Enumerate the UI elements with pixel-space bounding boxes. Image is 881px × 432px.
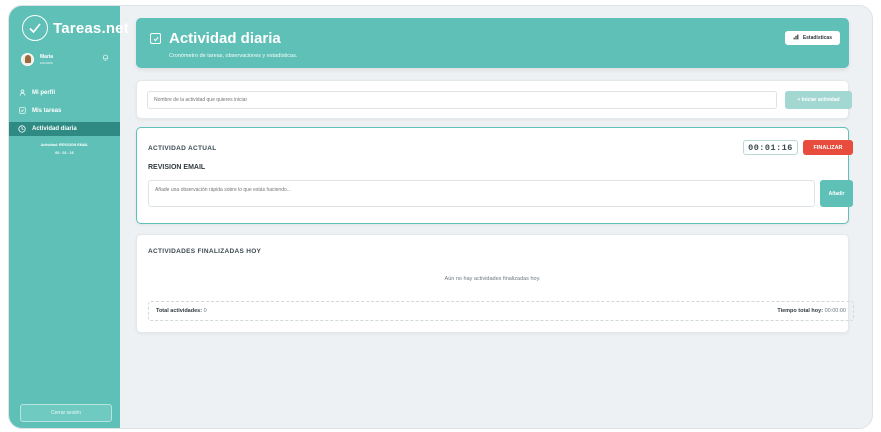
sidebar-item-label: Mi perfil bbox=[32, 89, 56, 96]
user-icon bbox=[18, 89, 26, 97]
main-content: Actividad diaria Cronómetro de tareas, o… bbox=[120, 6, 872, 428]
live-activity-name: Actividad: REVISION EMAIL bbox=[40, 143, 89, 147]
checkbox-icon bbox=[150, 33, 161, 44]
section-title: ACTIVIDADES FINALIZADAS HOY bbox=[148, 248, 262, 255]
current-activity-name: REVISION EMAIL bbox=[148, 164, 206, 171]
app-window: Tareas.net Maria usuario Mi perfil Mis t… bbox=[8, 5, 873, 429]
checkbox-icon bbox=[18, 107, 26, 115]
empty-state-message: Aún no hay actividades finalizadas hoy. bbox=[444, 276, 541, 282]
sidebar-item-label: Mis tareas bbox=[32, 107, 62, 114]
current-activity-card: ACTIVIDAD ACTUAL REVISION EMAIL 00:01:16… bbox=[136, 127, 853, 224]
activity-timer: 00:01:16 bbox=[743, 140, 798, 155]
total-time-label: Tiempo total hoy: bbox=[777, 308, 824, 314]
brand[interactable]: Tareas.net bbox=[22, 15, 129, 41]
total-activities: Total actividades: 0 bbox=[156, 308, 207, 314]
sidebar-live-activity: Actividad: REVISION EMAIL 00 : 01 : 16 bbox=[9, 141, 120, 157]
stats-button[interactable]: Estadísticas bbox=[784, 31, 840, 45]
bar-chart-icon bbox=[793, 34, 799, 42]
clock-icon bbox=[18, 125, 26, 133]
observation-input[interactable] bbox=[148, 180, 815, 207]
totals-bar: Total actividades: 0 Tiempo total hoy: 0… bbox=[148, 301, 854, 321]
page-subtitle: Cronómetro de tareas, observaciones y es… bbox=[169, 53, 298, 59]
total-activities-label: Total actividades: bbox=[156, 308, 203, 314]
sidebar: Tareas.net Maria usuario Mi perfil Mis t… bbox=[9, 6, 129, 428]
total-activities-value: 0 bbox=[203, 308, 207, 314]
check-clock-logo-icon bbox=[22, 15, 48, 41]
add-observation-button[interactable]: Añadir bbox=[820, 180, 853, 207]
user-profile[interactable]: Maria usuario bbox=[21, 53, 109, 66]
page-header: Actividad diaria Cronómetro de tareas, o… bbox=[136, 18, 849, 68]
start-activity-button[interactable]: + Iniciar actividad bbox=[785, 91, 852, 109]
section-title: ACTIVIDAD ACTUAL bbox=[148, 145, 217, 152]
avatar bbox=[21, 53, 34, 66]
user-role: usuario bbox=[40, 59, 54, 65]
activity-name-input[interactable] bbox=[147, 91, 777, 109]
sidebar-nav: Mi perfil Mis tareas Actividad diaria bbox=[9, 87, 120, 143]
page-title: Actividad diaria bbox=[169, 30, 281, 47]
logout-button[interactable]: Cerrar sesión bbox=[20, 404, 112, 422]
stats-button-label: Estadísticas bbox=[802, 35, 832, 41]
sidebar-item-actividad-diaria[interactable]: Actividad diaria bbox=[9, 122, 120, 136]
brand-name: Tareas.net bbox=[53, 19, 129, 37]
sidebar-item-mis-tareas[interactable]: Mis tareas bbox=[9, 105, 120, 116]
finish-button[interactable]: FINALIZAR bbox=[803, 140, 853, 155]
bell-icon[interactable] bbox=[102, 54, 109, 63]
total-time: Tiempo total hoy: 00:00:00 bbox=[777, 308, 846, 314]
start-activity-card: + Iniciar actividad bbox=[136, 80, 852, 119]
sidebar-item-mi-perfil[interactable]: Mi perfil bbox=[9, 87, 120, 98]
finished-activities-card: ACTIVIDADES FINALIZADAS HOY Aún no hay a… bbox=[136, 234, 854, 333]
live-activity-time: 00 : 01 : 16 bbox=[55, 151, 74, 155]
sidebar-item-label: Actividad diaria bbox=[32, 126, 77, 132]
total-time-value: 00:00:00 bbox=[824, 308, 846, 314]
